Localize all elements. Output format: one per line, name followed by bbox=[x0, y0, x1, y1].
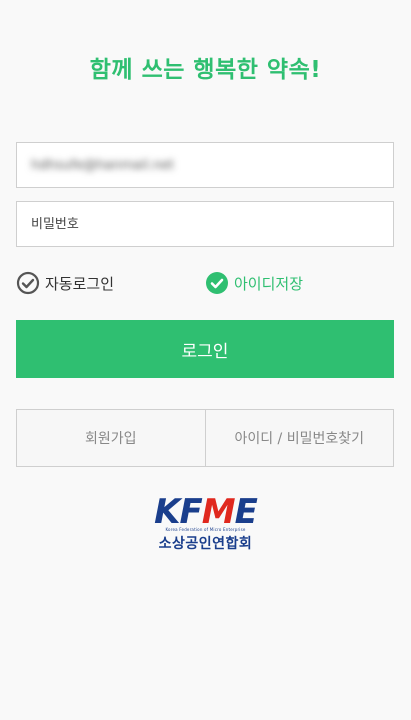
kfme-logo: KFME Korea Federation of Micro Enterpris… bbox=[0, 495, 411, 553]
check-circle-filled-icon bbox=[205, 271, 229, 295]
logo-korean-name: 소상공인연합회 bbox=[158, 536, 253, 552]
email-field[interactable] bbox=[16, 142, 394, 188]
auto-login-checkbox[interactable]: 자동로그인 bbox=[16, 270, 114, 296]
logo-subtitle: Korea Federation of Micro Enterprise bbox=[165, 527, 246, 532]
save-id-label: 아이디저장 bbox=[234, 274, 304, 293]
check-circle-outline-icon bbox=[16, 271, 40, 295]
save-id-checkbox[interactable]: 아이디저장 bbox=[205, 270, 303, 296]
email-input[interactable] bbox=[17, 143, 393, 187]
auto-login-label: 자동로그인 bbox=[45, 274, 115, 293]
find-id-password-button[interactable]: 아이디 / 비밀번호찾기 bbox=[206, 410, 394, 466]
signup-button[interactable]: 회원가입 bbox=[17, 410, 205, 466]
account-links: 회원가입 아이디 / 비밀번호찾기 bbox=[16, 409, 394, 467]
logo-mark: KFME bbox=[154, 492, 258, 532]
page-title: 함께 쓰는 행복한 약속! bbox=[89, 57, 322, 83]
password-input[interactable] bbox=[17, 202, 393, 246]
login-button[interactable]: 로그인 bbox=[16, 320, 394, 378]
password-field[interactable] bbox=[16, 201, 394, 247]
